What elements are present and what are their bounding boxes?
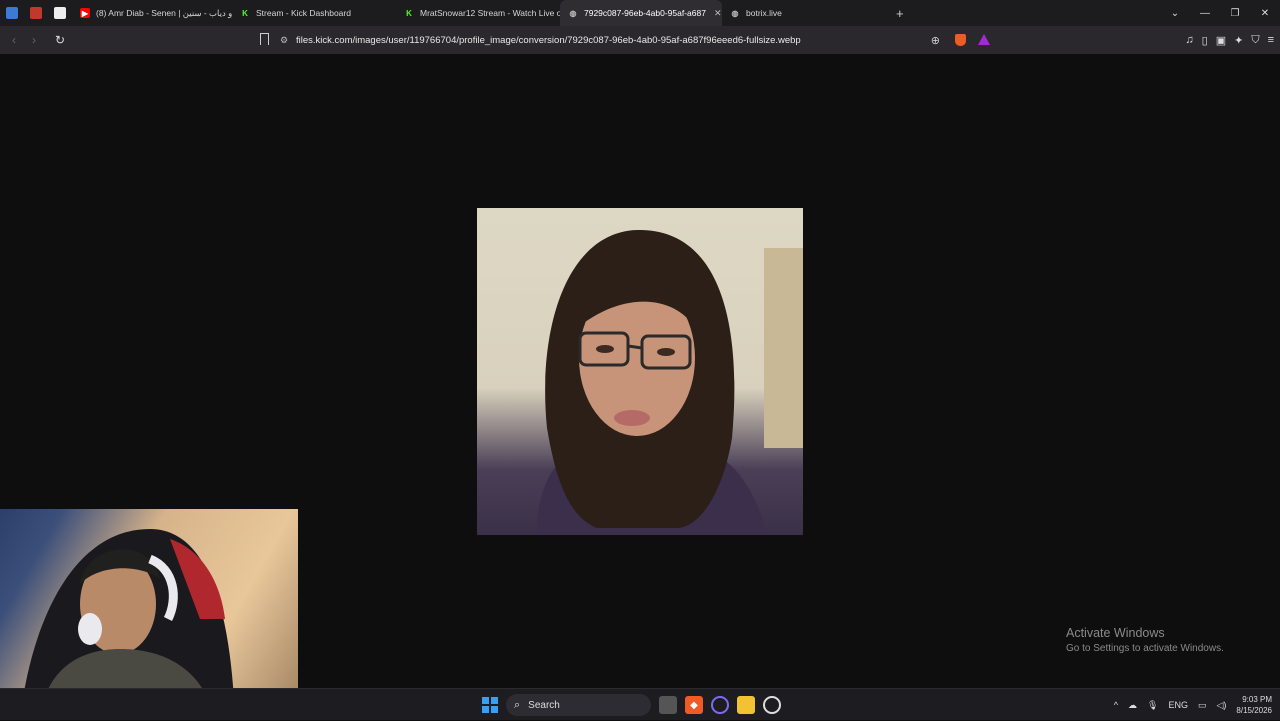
close-icon[interactable]: ✕ [714,8,722,19]
url-text: files.kick.com/images/user/119766704/pro… [296,34,801,46]
menu-icon[interactable]: ≡ [1268,34,1274,46]
volume-icon[interactable]: ◁) [1216,700,1226,711]
tab-kick-stream[interactable]: K MratSnowar12 Stream - Watch Live o [396,0,560,26]
vpn-shield-icon[interactable]: ⛉ [1251,34,1259,47]
settings-app-icon[interactable] [763,696,781,714]
tab-youtube[interactable]: ▶ (8) Amr Diab - Senen | عمرو دياب - سني… [72,0,232,26]
back-button[interactable]: ‹ [4,33,24,47]
tab-bar: ▶ (8) Amr Diab - Senen | عمرو دياب - سني… [0,0,1280,26]
tab-label: MratSnowar12 Stream - Watch Live o [420,8,560,18]
kick-icon: K [406,8,412,18]
watermark-title: Activate Windows [1066,626,1165,640]
minimize-button[interactable]: — [1190,8,1220,19]
search-label: Search [528,699,560,711]
file-explorer-icon[interactable] [737,696,755,714]
app-icon [30,7,42,19]
site-info-icon[interactable]: ⚙ [280,35,296,46]
clock-date: 8/15/2026 [1236,706,1272,715]
profile-photo [537,229,803,535]
window-controls: ⌄ — ❐ ✕ [1160,0,1280,26]
kick-icon: K [242,8,248,18]
youtube-icon: ▶ [80,8,90,18]
pinned-tab-3[interactable] [48,0,72,26]
bookmark-icon[interactable] [260,33,269,45]
address-bar[interactable]: ⚙ files.kick.com/images/user/119766704/p… [280,29,1000,51]
tab-botrix[interactable]: ◍ botrix.live [722,0,886,26]
forward-button[interactable]: › [24,33,44,47]
tab-label: (8) Amr Diab - Senen | عمرو دياب - سنين [96,7,232,18]
close-window-button[interactable]: ✕ [1250,8,1280,19]
network-icon[interactable]: ▭ [1198,700,1207,711]
new-tab-button[interactable]: + [896,6,904,21]
tab-search-chevron-icon[interactable]: ⌄ [1160,8,1190,19]
toolbar-right-icons: ♫ ▯ ▣ ✦ ⛉ ≡ [1185,26,1274,54]
pinned-tab-1[interactable] [0,0,24,26]
brave-rewards-icon[interactable] [978,34,990,45]
windows-start-icon[interactable] [482,697,498,713]
media-icon[interactable]: ♫ [1185,34,1193,46]
system-tray: ^ ☁ 🎙 ENG ▭ ◁) 9:03 PM 8/15/2026 [1114,689,1272,721]
tab-label: botrix.live [746,8,782,18]
globe-icon: ◍ [731,8,739,18]
taskbar-apps: ⌕ Search ◆ [482,693,781,717]
leo-ai-icon[interactable]: ✦ [1234,34,1243,47]
sidebar-icon[interactable]: ▯ [1202,34,1208,47]
restore-button[interactable]: ❐ [1220,8,1250,19]
activate-windows-watermark: Activate Windows Go to Settings to activ… [1066,626,1224,654]
pinned-tab-2[interactable] [24,0,48,26]
show-hidden-icons-icon[interactable]: ^ [1114,700,1118,710]
zoom-icon[interactable]: ⊕ [931,34,940,47]
app-icon [54,7,66,19]
app-circle-icon[interactable] [711,696,729,714]
clock-time: 9:03 PM [1242,695,1272,704]
tab-kick-dashboard[interactable]: K Stream - Kick Dashboard [232,0,396,26]
search-icon: ⌕ [514,698,521,711]
task-view-icon[interactable] [659,696,677,714]
tab-label: 7929c087-96eb-4ab0-95af-a687 [584,8,706,18]
taskbar: ⌕ Search ◆ ^ ☁ 🎙 ENG ▭ ◁) 9:03 PM 8/15/2… [0,688,1280,720]
taskbar-search[interactable]: ⌕ Search [506,694,651,716]
browser-toolbar: ‹ › ↻ ⚙ files.kick.com/images/user/11976… [0,26,1280,54]
brave-browser-icon[interactable]: ◆ [685,696,703,714]
profile-image [477,208,803,535]
brave-shields-icon[interactable] [955,34,966,46]
language-indicator[interactable]: ENG [1168,700,1188,710]
tab-active-image[interactable]: ◍ 7929c087-96eb-4ab0-95af-a687 ✕ [560,0,722,26]
app-icon [6,7,18,19]
watermark-subtitle: Go to Settings to activate Windows. [1066,643,1224,654]
tab-label: Stream - Kick Dashboard [256,8,351,18]
microphone-icon[interactable]: 🎙 [1147,700,1158,711]
onedrive-icon[interactable]: ☁ [1128,700,1137,711]
globe-icon: ◍ [569,8,577,18]
reload-button[interactable]: ↻ [50,33,70,47]
wallet-icon[interactable]: ▣ [1216,34,1226,47]
clock[interactable]: 9:03 PM 8/15/2026 [1236,694,1272,716]
